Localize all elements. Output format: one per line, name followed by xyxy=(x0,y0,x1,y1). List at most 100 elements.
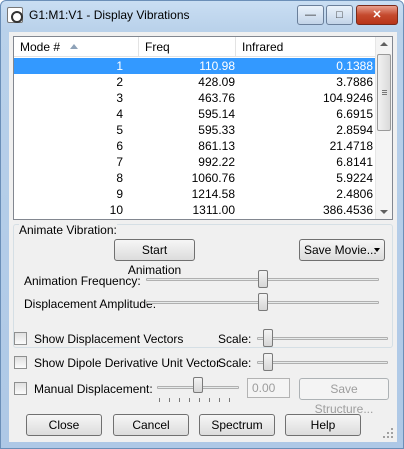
dropdown-arrow-icon xyxy=(374,248,380,252)
freq-cell: 861.13 xyxy=(198,139,235,153)
dipole-scale-slider[interactable] xyxy=(263,353,273,371)
scroll-up-icon[interactable] xyxy=(380,42,388,46)
freq-cell: 992.22 xyxy=(198,155,235,169)
mode-cell: 4 xyxy=(116,107,123,121)
freq-cell: 428.09 xyxy=(198,75,235,89)
manual-displacement-label: Manual Displacement: xyxy=(34,382,153,396)
window-title: G1:M1:V1 - Display Vibrations xyxy=(29,8,190,22)
save-movie-button[interactable]: Save Movie... xyxy=(299,239,385,261)
table-row[interactable]: 1 110.98 0.1388 xyxy=(14,58,376,74)
displacement-scale-track[interactable] xyxy=(257,337,388,340)
show-displacement-vectors-checkbox[interactable] xyxy=(14,332,27,345)
freq-cell: 1311.00 xyxy=(192,203,236,217)
manual-displacement-value[interactable]: 0.00 xyxy=(247,378,290,398)
slider-tick xyxy=(199,398,200,402)
freq-cell: 595.14 xyxy=(198,107,235,121)
infrared-cell: 3.7886 xyxy=(336,75,373,89)
infrared-cell: 2.4806 xyxy=(336,187,373,201)
column-header-infrared[interactable]: Infrared xyxy=(236,37,376,57)
list-rows: 1 110.98 0.1388 2 428.09 3.7886 3 463.76 104.924… xyxy=(14,58,376,218)
animate-vibration-label: Animate Vibration: xyxy=(19,223,117,237)
infrared-cell: 6.6915 xyxy=(336,107,373,121)
start-animation-button[interactable]: Start Animation xyxy=(114,239,195,277)
mode-cell: 2 xyxy=(116,75,123,89)
mode-cell: 3 xyxy=(116,91,123,105)
animation-frequency-slider[interactable] xyxy=(257,270,268,288)
display-vibrations-window: G1:M1:V1 - Display Vibrations — □ ✕ Mode… xyxy=(0,0,404,449)
column-mode-label: Mode # xyxy=(20,40,61,54)
column-header-mode[interactable]: Mode # xyxy=(14,37,139,57)
table-row[interactable]: 7 992.22 6.8141 xyxy=(14,154,376,170)
grip-icon xyxy=(382,90,387,91)
infrared-cell: 104.9246 xyxy=(322,91,373,105)
mode-cell: 1 xyxy=(116,59,123,73)
table-row[interactable]: 3 463.76 104.9246 xyxy=(14,90,376,106)
grip-icon xyxy=(382,94,387,95)
displacement-amplitude-label: Displacement Amplitude: xyxy=(24,297,157,311)
slider-tick xyxy=(159,398,160,402)
modes-list[interactable]: Mode # Freq Infrared 1 110.98 0.1388 2 428.0… xyxy=(13,36,393,220)
mode-cell: 6 xyxy=(116,139,123,153)
slider-tick xyxy=(229,398,230,402)
table-row[interactable]: 9 1214.58 2.4806 xyxy=(14,186,376,202)
slider-tick xyxy=(209,398,210,402)
manual-displacement-slider[interactable] xyxy=(193,377,203,393)
freq-cell: 463.76 xyxy=(198,91,235,105)
close-window-button[interactable]: ✕ xyxy=(356,5,398,25)
slider-tick xyxy=(189,398,190,402)
freq-cell: 1060.76 xyxy=(191,171,235,185)
app-icon xyxy=(7,7,23,23)
slider-tick xyxy=(219,398,220,402)
scroll-down-icon[interactable] xyxy=(380,210,388,214)
close-button[interactable]: Close xyxy=(26,414,102,436)
cancel-button[interactable]: Cancel xyxy=(113,414,189,436)
infrared-cell: 5.9224 xyxy=(336,171,373,185)
mode-cell: 8 xyxy=(116,171,123,185)
save-structure-button[interactable]: Save Structure... xyxy=(299,378,389,416)
infrared-cell: 386.4536 xyxy=(322,203,373,217)
resize-grip-icon[interactable] xyxy=(383,428,395,440)
save-movie-label: Save Movie... xyxy=(304,243,377,257)
mode-cell: 5 xyxy=(116,123,123,137)
help-button[interactable]: Help xyxy=(285,414,361,436)
displacement-scale-slider[interactable] xyxy=(263,329,273,347)
freq-cell: 1214.58 xyxy=(191,187,235,201)
mode-cell: 9 xyxy=(116,187,123,201)
mode-cell: 10 xyxy=(109,203,123,217)
table-row[interactable]: 10 1311.00 386.4536 xyxy=(14,202,376,218)
list-header: Mode # Freq Infrared xyxy=(14,37,376,57)
show-dipole-vector-label: Show Dipole Derivative Unit Vector xyxy=(34,356,221,370)
show-dipole-vector-checkbox[interactable] xyxy=(14,356,27,369)
table-row[interactable]: 4 595.14 6.6915 xyxy=(14,106,376,122)
table-row[interactable]: 6 861.13 21.4718 xyxy=(14,138,376,154)
mode-cell: 7 xyxy=(116,155,123,169)
slider-tick xyxy=(169,398,170,402)
slider-tick xyxy=(179,398,180,402)
show-displacement-vectors-label: Show Displacement Vectors xyxy=(34,332,184,346)
displacement-amplitude-slider[interactable] xyxy=(257,293,268,311)
table-row[interactable]: 5 595.33 2.8594 xyxy=(14,122,376,138)
scale-label: Scale: xyxy=(218,356,252,370)
maximize-button[interactable]: □ xyxy=(326,5,353,25)
freq-cell: 110.98 xyxy=(199,59,235,73)
table-row[interactable]: 2 428.09 3.7886 xyxy=(14,74,376,90)
manual-displacement-checkbox[interactable] xyxy=(14,382,27,395)
infrared-cell: 0.1388 xyxy=(336,59,373,73)
infrared-cell: 21.4718 xyxy=(329,139,373,153)
grip-icon xyxy=(382,92,387,93)
infrared-cell: 6.8141 xyxy=(336,155,373,169)
infrared-cell: 2.8594 xyxy=(336,123,373,137)
dialog-body: Mode # Freq Infrared 1 110.98 0.1388 2 428.0… xyxy=(9,32,397,442)
dipole-scale-track[interactable] xyxy=(257,361,388,364)
list-scrollbar[interactable] xyxy=(375,37,392,219)
animation-frequency-label: Animation Frequency: xyxy=(24,274,141,288)
freq-cell: 595.33 xyxy=(198,123,235,137)
title-bar[interactable]: G1:M1:V1 - Display Vibrations — □ ✕ xyxy=(1,1,403,31)
spectrum-button[interactable]: Spectrum xyxy=(199,414,275,436)
scroll-thumb[interactable] xyxy=(377,54,391,131)
minimize-button[interactable]: — xyxy=(297,5,324,25)
table-row[interactable]: 8 1060.76 5.9224 xyxy=(14,170,376,186)
scale-label: Scale: xyxy=(218,332,252,346)
column-header-freq[interactable]: Freq xyxy=(139,37,236,57)
sort-ascending-icon xyxy=(70,44,78,49)
